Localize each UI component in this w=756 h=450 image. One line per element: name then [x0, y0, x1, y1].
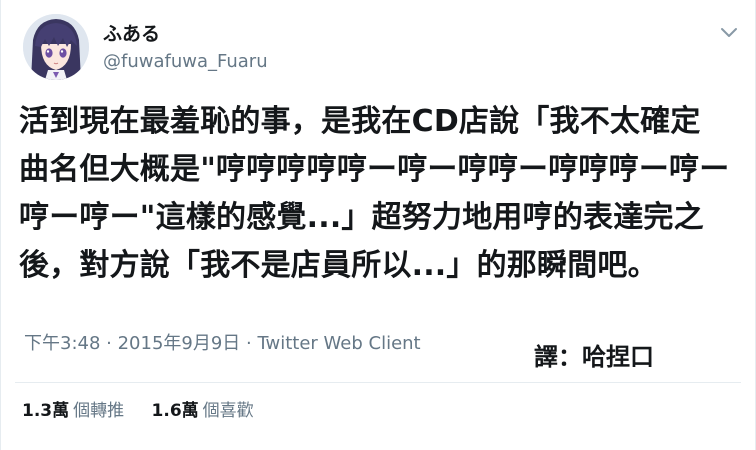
tweet-text-line: 曲名但大概是"哼哼哼哼哼ー哼ー哼哼ー哼哼哼ー哼ー: [19, 152, 730, 187]
tweet-text-line: 哼ー哼ー"這樣的感覺...」超努力地用哼的表達完之: [19, 200, 704, 235]
tweet-time[interactable]: 下午3:48: [24, 333, 100, 354]
anime-avatar-icon: [23, 14, 89, 80]
tweet-date[interactable]: 2015年9月9日: [118, 333, 241, 354]
retweet-label: 個轉推: [73, 401, 125, 421]
translator-credit: 譯：哈捏口: [534, 343, 654, 371]
like-stat[interactable]: 1.6萬 個喜歡: [152, 400, 254, 422]
more-options-button[interactable]: [719, 24, 739, 38]
tweet-text-line: 後，對方說「我不是店員所以...」的那瞬間吧。: [19, 248, 658, 283]
tweet-stats: 1.3萬 個轉推 1.6萬 個喜歡: [22, 400, 276, 422]
retweet-count: 1.3萬: [22, 401, 70, 421]
divider: [15, 382, 741, 383]
tweet-card: ふある @fuwafuwa_Fuaru 活到現在最羞恥的事，是我在CD店說「我不…: [0, 0, 756, 450]
tweet-client[interactable]: Twitter Web Client: [257, 333, 420, 354]
tweet-text-line: 活到現在最羞恥的事，是我在CD店說「我不太確定: [19, 104, 701, 139]
like-count: 1.6萬: [151, 401, 199, 421]
separator: ·: [100, 333, 118, 354]
separator: ·: [240, 333, 258, 354]
tweet-text: 活到現在最羞恥的事，是我在CD店說「我不太確定 曲名但大概是"哼哼哼哼哼ー哼ー哼…: [19, 98, 744, 290]
display-name[interactable]: ふある: [103, 22, 160, 46]
chevron-down-icon: [721, 28, 737, 37]
avatar[interactable]: [23, 14, 89, 80]
user-handle[interactable]: @fuwafuwa_Fuaru: [103, 51, 268, 73]
retweet-stat[interactable]: 1.3萬 個轉推: [22, 400, 124, 422]
like-label: 個喜歡: [202, 401, 254, 421]
tweet-metadata: 下午3:48 · 2015年9月9日 · Twitter Web Client: [24, 333, 421, 355]
